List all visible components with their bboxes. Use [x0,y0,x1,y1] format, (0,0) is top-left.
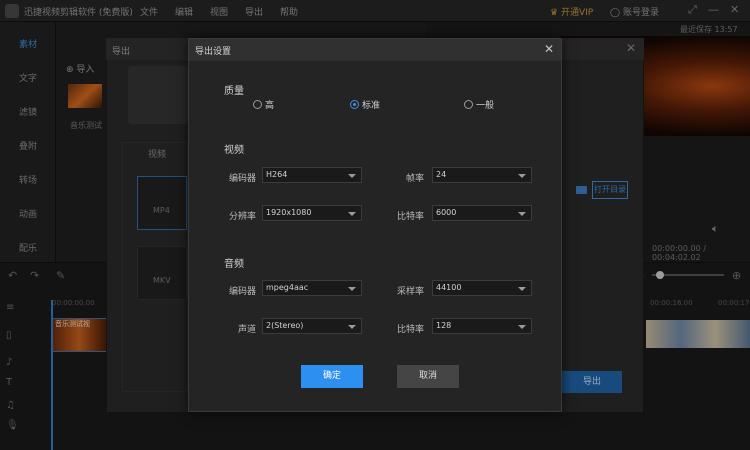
chevron-down-icon [518,174,526,178]
chevron-down-icon [518,287,526,291]
radio-unchecked-icon [464,100,473,109]
cancel-button[interactable]: 取消 [397,365,459,388]
quality-option-high[interactable]: 高 [253,98,274,111]
quality-option-standard[interactable]: 标准 [350,98,380,111]
video-section-title: 视频 [224,145,244,156]
channel-label: 声道 [237,325,256,335]
video-bitrate-select[interactable]: 6000 [432,205,532,221]
export-settings-dialog: 导出设置 ✕ 质量 高 标准 一般 视频 编码器 H264 帧率 24 分辨率 … [188,38,562,412]
radio-unchecked-icon [253,100,262,109]
audio-encoder-select[interactable]: mpeg4aac [262,280,362,296]
audio-bitrate-label: 比特率 [396,325,424,335]
video-encoder-select[interactable]: H264 [262,167,362,183]
resolution-select[interactable]: 1920x1080 [262,205,362,221]
quality-option-normal[interactable]: 一般 [464,98,494,111]
video-bitrate-label: 比特率 [396,212,424,222]
framerate-label: 帧率 [405,174,424,184]
chevron-down-icon [518,325,526,329]
dialog-header: 导出设置 ✕ [189,39,561,61]
resolution-label: 分辨率 [228,212,256,222]
chevron-down-icon [348,325,356,329]
audio-encoder-label: 编码器 [228,287,256,297]
video-encoder-label: 编码器 [228,174,256,184]
radio-checked-icon [350,100,359,109]
audio-section-title: 音频 [224,259,244,270]
samplerate-label: 采样率 [396,287,424,297]
chevron-down-icon [518,212,526,216]
chevron-down-icon [348,287,356,291]
channel-select[interactable]: 2(Stereo) [262,318,362,334]
audio-bitrate-select[interactable]: 128 [432,318,532,334]
chevron-down-icon [348,212,356,216]
close-icon[interactable]: ✕ [544,42,554,56]
quality-section-title: 质量 [224,86,244,97]
samplerate-select[interactable]: 44100 [432,280,532,296]
dialog-title: 导出设置 [195,47,232,57]
framerate-select[interactable]: 24 [432,167,532,183]
chevron-down-icon [348,174,356,178]
confirm-button[interactable]: 确定 [301,365,363,388]
